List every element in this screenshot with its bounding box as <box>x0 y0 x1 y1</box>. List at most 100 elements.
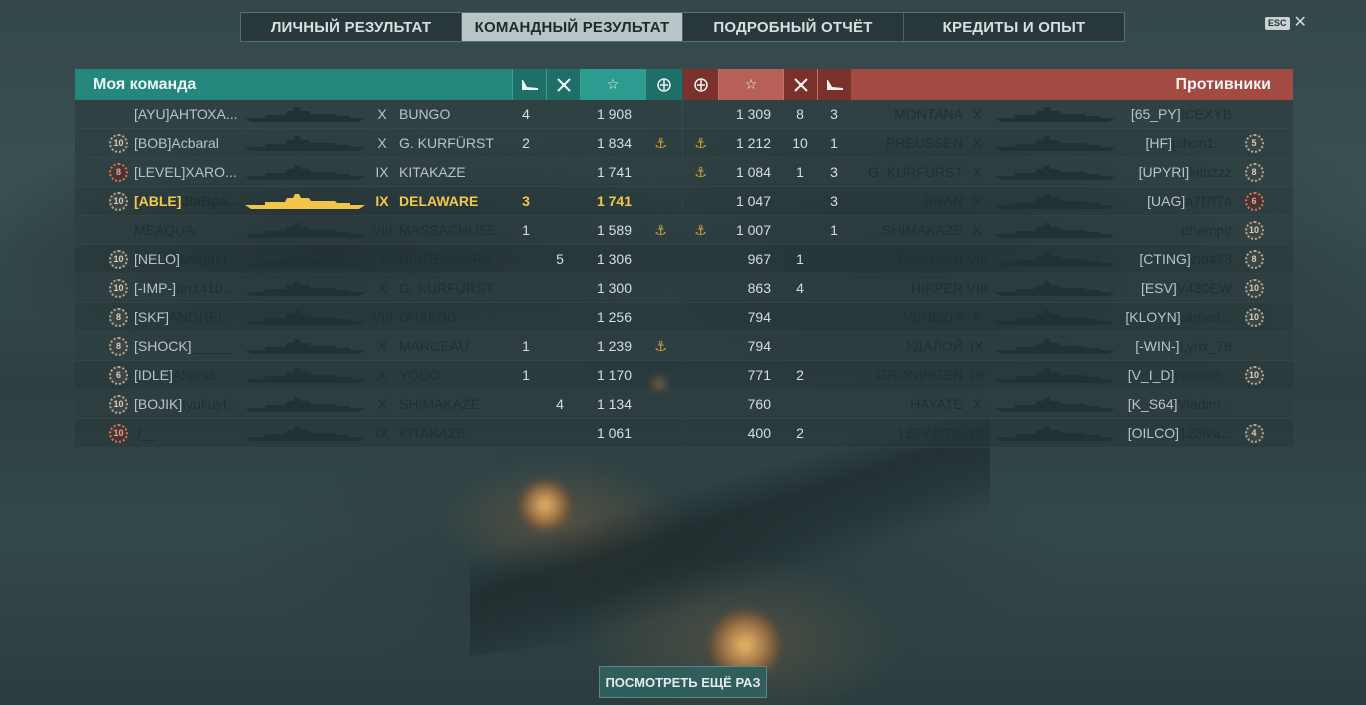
ship-tier: IX <box>375 193 389 209</box>
ship-silhouette <box>245 390 370 419</box>
order-icon: ⚓ <box>694 163 707 180</box>
player-name: Vladim... <box>1177 396 1232 412</box>
player-name-cell: [HF]pihon1103... <box>1119 135 1232 151</box>
player-name-cell: [V_I_D] valeron... <box>1119 367 1232 383</box>
player-name-cell: J__ <box>130 425 245 441</box>
table-row[interactable]: 794 УДАЛОЙ IX [-WIN-] Lynx_78 <box>683 332 1293 361</box>
table-row[interactable]: 8 [SKF] ANDREI_... VIII ОЧАКОВ 1 256 <box>75 303 682 332</box>
table-row[interactable]: ⚓ 1 007 1 SHIMAKAZE Xdhampir 10 <box>683 216 1293 245</box>
watch-again-button[interactable]: ПОСМОТРЕТЬ ЕЩЁ РАЗ <box>599 666 767 698</box>
table-row[interactable]: 1 047 3 JINAN X [UAG] a7f7f7a 6 <box>683 187 1293 216</box>
table-row[interactable]: 760 HAYATE X [K_S64] Vladim... <box>683 390 1293 419</box>
player-name: zip473 <box>1190 251 1232 267</box>
kill-icon[interactable] <box>546 69 580 100</box>
player-name: MegaM... <box>179 251 239 267</box>
rank-badge-icon: 6 <box>109 365 128 385</box>
player-name-cell: [65_PY] ICEXYB <box>1119 106 1232 122</box>
ship-name: SHIMAKAZE <box>399 396 480 412</box>
base-xp: 1 908 <box>596 106 632 122</box>
order-icon[interactable] <box>645 69 682 100</box>
table-row[interactable]: 6 [IDLE] Ahandr X YODO 1 1 170 <box>75 361 682 390</box>
player-name: Ahandr <box>172 367 219 383</box>
rank-cell: 5 <box>1232 133 1276 153</box>
ship-silhouette <box>245 332 370 361</box>
tab-personal-result[interactable]: ЛИЧНЫЙ РЕЗУЛЬТАТ <box>241 13 462 41</box>
rank-badge-icon: 10 <box>109 423 128 443</box>
table-row[interactable]: 1 309 8 3 MONTANA X [65_PY] ICEXYB <box>683 100 1293 129</box>
order-cell: ⚓ <box>683 222 718 239</box>
rank-badge-icon: 8 <box>109 162 128 182</box>
table-row[interactable]: 10 J__ IX KITAKAZE 1 061 <box>75 419 682 448</box>
rank-cell: 8 <box>1232 162 1276 182</box>
rank-cell: 8 <box>75 307 130 327</box>
player-name-cell: [SKF] ANDREI_... <box>130 309 245 325</box>
clan-tag: [LEVEL] <box>134 164 186 180</box>
table-row[interactable]: 10 [BOB] Acbaral X G. KURFÜRST 2 1 834 ⚓ <box>75 129 682 158</box>
planes-destroyed: 3 <box>830 193 838 209</box>
ship-silhouette <box>991 361 1119 390</box>
table-row[interactable]: 967 1 YUMIHARI VIII [CTING] zip473 8 <box>683 245 1293 274</box>
ship-silhouette <box>245 419 370 448</box>
base-xp: 1 212 <box>735 135 771 151</box>
player-name-cell: [BOJIK] tyukuyf... <box>130 396 245 412</box>
plane-kill-icon[interactable] <box>512 69 546 100</box>
clan-tag: [ABLE] <box>134 193 182 209</box>
player-name: JlaBpoBl... <box>181 193 245 209</box>
player-name-cell: [UAG] a7f7f7a <box>1119 193 1232 209</box>
ship-tier: X <box>377 106 387 122</box>
rank-badge-icon: 10 <box>1244 365 1264 385</box>
ship-tier: IX <box>970 425 984 441</box>
rank-badge-icon: 10 <box>1244 307 1264 327</box>
xp-star-icon[interactable]: ☆ <box>718 69 783 100</box>
table-row[interactable]: 400 2 LEPANTO IX [OILCO] 123lva... 4 <box>683 419 1293 448</box>
order-icon[interactable] <box>683 69 718 100</box>
table-row[interactable]: 771 2 GRONINGEN IX [V_I_D] valeron... 10 <box>683 361 1293 390</box>
table-row[interactable]: ⚓ 1 084 1 3 G. KURFÜRST X [UPYRI] kithzzz 8 <box>683 158 1293 187</box>
tab-team-result[interactable]: КОМАНДНЫЙ РЕЗУЛЬТАТ <box>462 13 683 41</box>
table-row[interactable]: 863 4 HIPPER VIII [ESV] V430EW 10 <box>683 274 1293 303</box>
tab-detailed-report[interactable]: ПОДРОБНЫЙ ОТЧЁТ <box>683 13 904 41</box>
table-row[interactable]: 8 [SHOCK] _____ X MARCEAU 1 1 239 ⚓ <box>75 332 682 361</box>
ship-tier: X <box>972 193 982 209</box>
ship-name: GRONINGEN <box>876 367 963 383</box>
kill-icon[interactable] <box>783 69 817 100</box>
table-row[interactable]: ⚓ 1 212 10 1 PREUSSEN X [HF]pihon1103... 5 <box>683 129 1293 158</box>
ship-silhouette <box>245 245 370 274</box>
ship-tier: VIII <box>966 280 988 296</box>
base-xp: 1 047 <box>735 193 771 209</box>
table-row[interactable]: 10 [BOJIK] tyukuyf... X SHIMAKAZE 4 1 134 <box>75 390 682 419</box>
ships-destroyed: 2 <box>796 367 804 383</box>
table-row[interactable]: 794 VENEZIA X [KLOYN] ramen... 10 <box>683 303 1293 332</box>
ship-name: MONTANA <box>894 106 963 122</box>
order-icon: ⚓ <box>654 134 667 151</box>
player-name: dhampir <box>1181 222 1232 238</box>
base-xp: 1 061 <box>596 425 632 441</box>
ships-destroyed: 2 <box>796 425 804 441</box>
table-row[interactable]: 10 [NELO] MegaM... X HINDENBURG 5 1 306 <box>75 245 682 274</box>
ship-silhouette <box>991 216 1119 245</box>
ship-tier: VIII <box>966 251 988 267</box>
player-name: pihon1103... <box>1172 135 1232 151</box>
ship-silhouette <box>245 129 370 158</box>
close-button[interactable]: ESC ✕ <box>1265 15 1307 31</box>
ship-name: DELAWARE <box>399 193 479 209</box>
table-row[interactable]: 10 [-IMP-] an1410... X G. KURFÜRST 1 300 <box>75 274 682 303</box>
ship-tier: X <box>972 396 982 412</box>
tab-credits-xp[interactable]: КРЕДИТЫ И ОПЫТ <box>904 13 1124 41</box>
table-row[interactable]: [AYU] АНТОХА... X BUNGO 4 1 908 <box>75 100 682 129</box>
ship-silhouette <box>245 187 370 216</box>
player-name: valeron... <box>1174 367 1232 383</box>
base-xp: 1 239 <box>596 338 632 354</box>
planes-destroyed: 1 <box>830 135 838 151</box>
ship-tier: VIII <box>371 309 393 325</box>
clan-tag: [KLOYN] <box>1125 309 1181 325</box>
table-row[interactable]: 8 [LEVEL] XARO... IX KITAKAZE 1 741 <box>75 158 682 187</box>
table-row[interactable]: 10[ABLE]JlaBpoBl...IXDELAWARE31 741 <box>75 187 682 216</box>
xp-star-icon[interactable]: ☆ <box>580 69 645 100</box>
table-row[interactable]: MEAQUA VIII MASSACHUSE... 1 1 589 ⚓ <box>75 216 682 245</box>
base-xp: 1 084 <box>735 164 771 180</box>
plane-kill-icon[interactable] <box>817 69 851 100</box>
player-name: Lynx_78 <box>1179 338 1232 354</box>
ship-tier: IX <box>970 338 984 354</box>
ship-name: MARCEAU <box>399 338 470 354</box>
